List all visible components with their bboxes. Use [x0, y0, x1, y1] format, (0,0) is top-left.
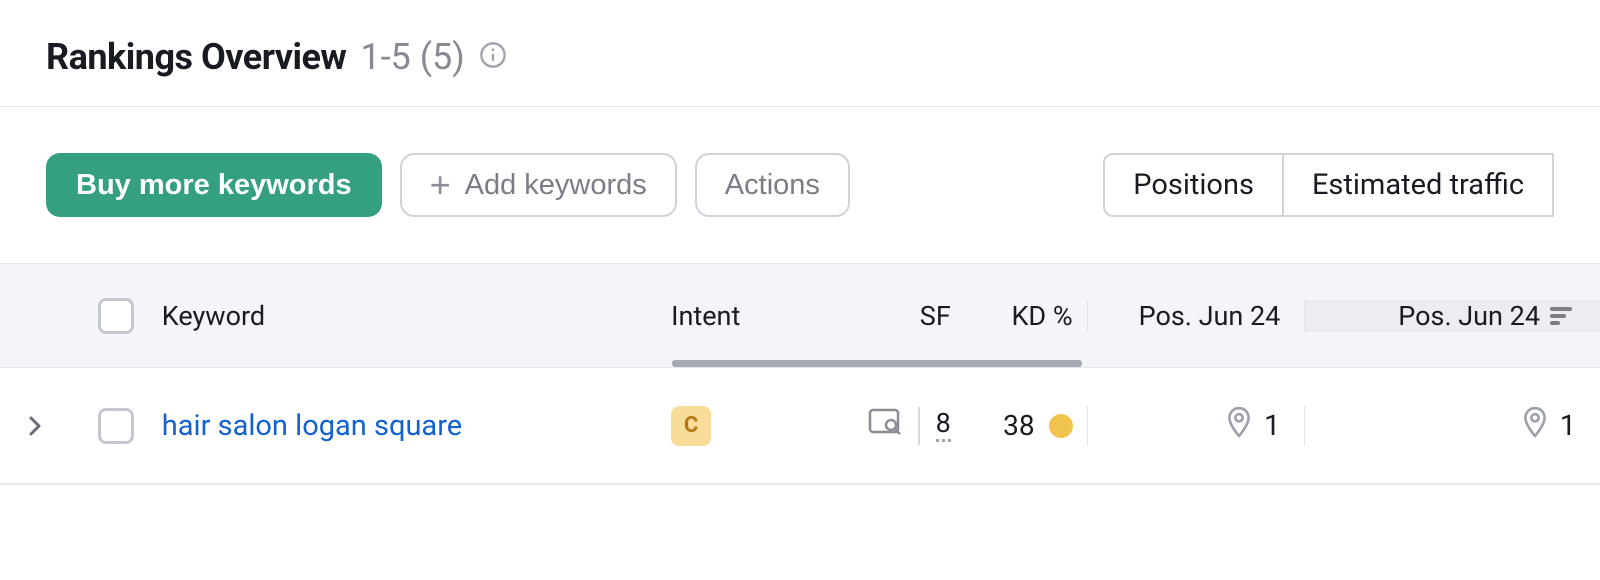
column-label: Pos. Jun 24 — [1139, 300, 1281, 332]
sf-value[interactable]: 8 — [936, 409, 951, 441]
segment-positions[interactable]: Positions — [1103, 153, 1282, 217]
col-sf[interactable]: SF — [823, 300, 961, 332]
segment-estimated-traffic[interactable]: Estimated traffic — [1282, 153, 1554, 217]
column-label: KD % — [1011, 300, 1072, 332]
cell-pos-1: 1 — [1087, 406, 1305, 446]
map-pin-icon — [1226, 406, 1252, 446]
cell-intent: C — [671, 406, 823, 446]
map-pin-icon — [1522, 406, 1548, 446]
pos-value: 1 — [1264, 409, 1280, 443]
col-intent[interactable]: Intent — [671, 300, 823, 332]
result-range: 1-5 (5) — [360, 36, 464, 78]
chevron-right-icon — [27, 414, 43, 438]
column-separator — [1304, 300, 1305, 332]
cell-pos-2: 1 — [1304, 406, 1600, 446]
segment-label: Positions — [1133, 168, 1254, 202]
column-separator — [1087, 406, 1088, 446]
cell-sf: 8 — [823, 407, 961, 445]
segment-label: Estimated traffic — [1312, 168, 1524, 202]
info-icon[interactable] — [479, 41, 507, 73]
col-pos-1[interactable]: Pos. Jun 24 — [1087, 300, 1305, 332]
column-separator — [1304, 406, 1305, 446]
page-title: Rankings Overview — [46, 36, 346, 78]
col-select-all[interactable] — [70, 298, 162, 334]
row-select[interactable] — [70, 408, 162, 444]
view-segmented-control: Positions Estimated traffic — [1103, 153, 1554, 217]
table-row: hair salon logan square C 8 — [0, 368, 1600, 484]
sort-icon[interactable] — [1550, 305, 1576, 327]
button-label: Add keywords — [465, 169, 647, 202]
intent-badge-label: C — [684, 413, 698, 438]
add-keywords-button[interactable]: + Add keywords — [400, 153, 677, 217]
column-label: Pos. Jun 24 — [1398, 300, 1540, 332]
col-keyword[interactable]: Keyword — [162, 300, 671, 332]
intent-badge[interactable]: C — [671, 406, 711, 446]
column-label: Keyword — [162, 300, 265, 332]
plus-icon: + — [430, 164, 451, 206]
cell-keyword[interactable]: hair salon logan square — [162, 409, 671, 443]
button-label: Buy more keywords — [76, 169, 352, 202]
checkbox[interactable] — [98, 408, 134, 444]
keyword-link[interactable]: hair salon logan square — [162, 409, 462, 443]
checkbox[interactable] — [98, 298, 134, 334]
buy-more-keywords-button[interactable]: Buy more keywords — [46, 153, 382, 217]
column-label: Intent — [671, 300, 740, 332]
actions-button[interactable]: Actions — [695, 153, 850, 217]
rankings-table: Keyword Intent SF KD % Pos. Jun 24 Pos. … — [0, 263, 1600, 485]
toolbar: Buy more keywords + Add keywords Actions… — [0, 107, 1600, 263]
table-header: Keyword Intent SF KD % Pos. Jun 24 Pos. … — [0, 264, 1600, 368]
column-label: SF — [920, 300, 951, 332]
col-kd[interactable]: KD % — [961, 300, 1087, 332]
expand-row[interactable] — [0, 414, 70, 438]
serp-features-icon[interactable] — [868, 407, 902, 445]
pos-value: 1 — [1560, 409, 1576, 443]
column-separator — [1087, 300, 1088, 332]
cell-kd: 38 — [961, 409, 1087, 442]
divider — [918, 407, 920, 445]
col-pos-2[interactable]: Pos. Jun 24 — [1304, 300, 1600, 332]
kd-difficulty-dot-icon — [1049, 414, 1073, 438]
kd-value: 38 — [1003, 409, 1034, 442]
button-label: Actions — [725, 169, 820, 202]
section-header: Rankings Overview 1-5 (5) — [0, 0, 1600, 106]
